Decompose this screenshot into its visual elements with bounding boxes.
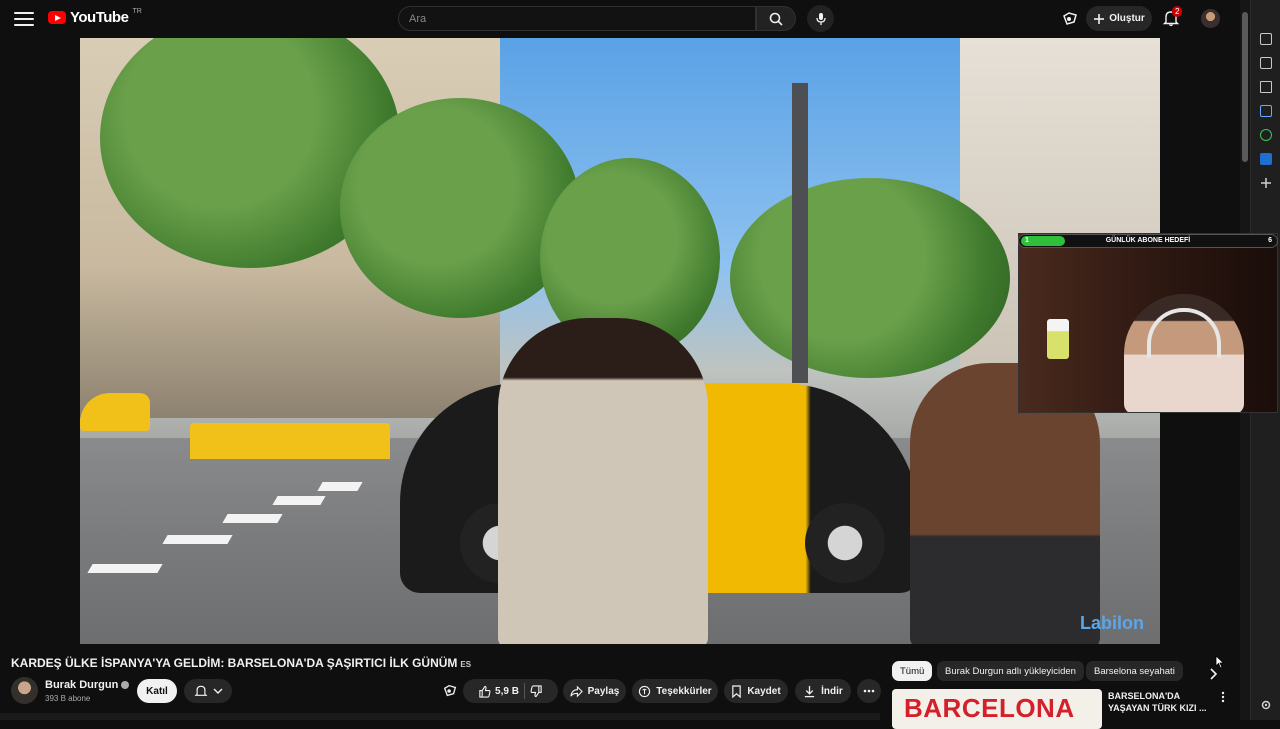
search-field — [398, 6, 756, 31]
add-icon[interactable] — [1260, 177, 1272, 189]
logo-region: TR — [132, 8, 142, 15]
download-button[interactable]: İndir — [795, 679, 851, 703]
mouse-cursor-icon — [1215, 655, 1225, 669]
tab-icon[interactable] — [1260, 33, 1272, 45]
account-avatar[interactable] — [1201, 9, 1220, 28]
video-frame-lamppost — [792, 83, 808, 383]
video-frame-crosswalk — [272, 496, 326, 505]
webcam-overlay — [1018, 233, 1278, 413]
video-watermark: Labilon — [1080, 613, 1144, 633]
webcam-lamp — [1047, 319, 1069, 359]
subscribe-notifications-button[interactable] — [184, 679, 232, 703]
masthead: YouTube TR Oluştur 2 — [0, 0, 1240, 38]
chip-all-label: Tümü — [900, 665, 925, 677]
save-label: Kaydet — [747, 685, 781, 697]
chip-barcelona-label: Barselona seyahati — [1094, 665, 1175, 677]
video-frame-crosswalk — [162, 535, 233, 544]
recommendation-title[interactable]: BARSELONA'DA YAŞAYAN TÜRK KIZI ... — [1108, 690, 1208, 714]
join-label: Katıl — [146, 685, 168, 697]
share-button[interactable]: Paylaş — [563, 679, 626, 703]
plus-icon — [1094, 13, 1105, 24]
download-label: İndir — [821, 685, 843, 697]
subscriber-goal-bar: 1 GÜNLÜK ABONE HEDEFİ 6 — [1018, 234, 1278, 248]
verified-icon — [121, 681, 130, 689]
video-title-text: KARDEŞ ÜLKE İSPANYA'YA GELDİM: BARSELONA… — [11, 656, 458, 670]
youtube-logo[interactable]: YouTube TR — [48, 8, 142, 26]
bell-icon — [194, 685, 207, 696]
thumbnail-text: BARCELONA — [904, 693, 1075, 723]
notifications-button[interactable]: 2 — [1162, 6, 1183, 29]
channel-avatar[interactable] — [11, 677, 38, 704]
book-icon[interactable] — [1260, 105, 1272, 117]
search-input[interactable] — [409, 12, 755, 25]
cast-button[interactable] — [1061, 10, 1079, 28]
more-vertical-icon[interactable] — [1221, 691, 1225, 703]
chip-by-uploader[interactable]: Burak Durgun adlı yükleyiciden — [937, 661, 1084, 681]
goal-title: GÜNLÜK ABONE HEDEFİ — [1105, 237, 1191, 244]
thanks-icon — [639, 685, 651, 697]
cast-icon — [1063, 12, 1077, 25]
video-frame-crosswalk — [87, 564, 163, 573]
video-title-suffix: ES — [460, 660, 472, 669]
chip-by-uploader-label: Burak Durgun adlı yükleyiciden — [945, 665, 1076, 677]
video-title: KARDEŞ ÜLKE İSPANYA'YA GELDİM: BARSELONA… — [11, 656, 471, 670]
like-count: 5,9 B — [495, 685, 519, 697]
thanks-button[interactable]: Teşekkürler — [632, 679, 718, 703]
logo-text: YouTube — [70, 9, 129, 26]
chevron-right-icon[interactable] — [1208, 668, 1218, 680]
channel-name[interactable]: Burak Durgun — [45, 679, 130, 691]
clipboard-icon[interactable] — [1260, 81, 1272, 93]
settings-icon[interactable] — [1260, 699, 1272, 711]
like-dislike-group: 5,9 B — [463, 679, 558, 703]
more-horizontal-icon — [863, 689, 875, 693]
create-button[interactable]: Oluştur — [1086, 6, 1152, 31]
join-button[interactable]: Katıl — [137, 679, 177, 703]
download-icon — [805, 685, 815, 697]
video-player[interactable]: Labilon — [80, 38, 1160, 644]
sparkle-icon[interactable] — [442, 683, 458, 699]
youtube-play-icon — [48, 11, 66, 24]
notification-badge: 2 — [1172, 6, 1183, 17]
video-frame-tree — [730, 178, 1010, 378]
like-button[interactable]: 5,9 B — [478, 685, 519, 698]
voice-search-button[interactable] — [807, 5, 834, 32]
create-label: Oluştur — [1109, 13, 1145, 24]
share-icon — [570, 685, 583, 697]
whatsapp-icon[interactable] — [1260, 129, 1272, 141]
thumbs-up-icon — [479, 685, 491, 698]
subscriber-count: 393 B abone — [45, 694, 91, 703]
goal-target: 6 — [1268, 237, 1272, 244]
recommendation-thumbnail[interactable]: BARCELONA — [892, 689, 1102, 729]
video-frame-taxi-left — [80, 393, 150, 431]
search-icon — [769, 12, 783, 26]
chevron-down-icon — [213, 688, 222, 694]
bookmark-icon — [732, 684, 742, 698]
video-frame-crosswalk — [317, 482, 363, 491]
like-divider — [523, 683, 525, 699]
scrollbar-thumb[interactable] — [1242, 12, 1248, 162]
wallet-icon[interactable] — [1260, 57, 1272, 69]
channel-name-text: Burak Durgun — [45, 679, 119, 691]
share-label: Paylaş — [587, 685, 620, 697]
thumbs-down-icon[interactable] — [530, 684, 543, 698]
thanks-label: Teşekkürler — [656, 685, 712, 697]
comment-section-edge — [0, 713, 880, 720]
save-button[interactable]: Kaydet — [724, 679, 788, 703]
video-frame-crosswalk — [222, 514, 283, 523]
more-actions-button[interactable] — [857, 679, 881, 703]
menu-icon[interactable] — [14, 10, 34, 28]
search-button[interactable] — [756, 6, 796, 31]
chip-all[interactable]: Tümü — [892, 661, 933, 681]
chip-barcelona-travel[interactable]: Barselona seyahati — [1086, 661, 1183, 681]
video-frame-wheel — [805, 503, 885, 583]
outlook-icon[interactable] — [1260, 153, 1272, 165]
video-frame-barrier — [190, 423, 390, 459]
microphone-icon — [815, 12, 826, 25]
video-frame-person — [498, 318, 708, 644]
